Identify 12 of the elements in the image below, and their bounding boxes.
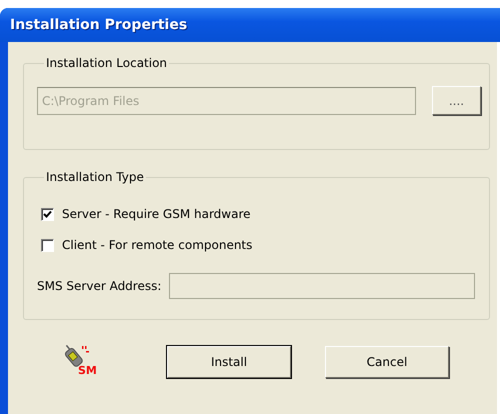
field-label: SMS Server Address: [37, 279, 162, 293]
browse-button[interactable]: .... [432, 86, 481, 115]
group-title: Installation Location [45, 56, 168, 70]
checkbox-label: Client - For remote components [62, 238, 252, 252]
checkbox-label: Server - Require GSM hardware [62, 207, 251, 221]
install-button[interactable]: Install [167, 346, 291, 378]
group-title: Installation Type [45, 170, 145, 184]
window-title: Installation Properties [0, 8, 500, 42]
checkbox[interactable] [41, 208, 54, 220]
checkbox[interactable] [41, 238, 54, 252]
cancel-button[interactable]: Cancel [325, 346, 449, 378]
address-field[interactable] [169, 273, 476, 299]
